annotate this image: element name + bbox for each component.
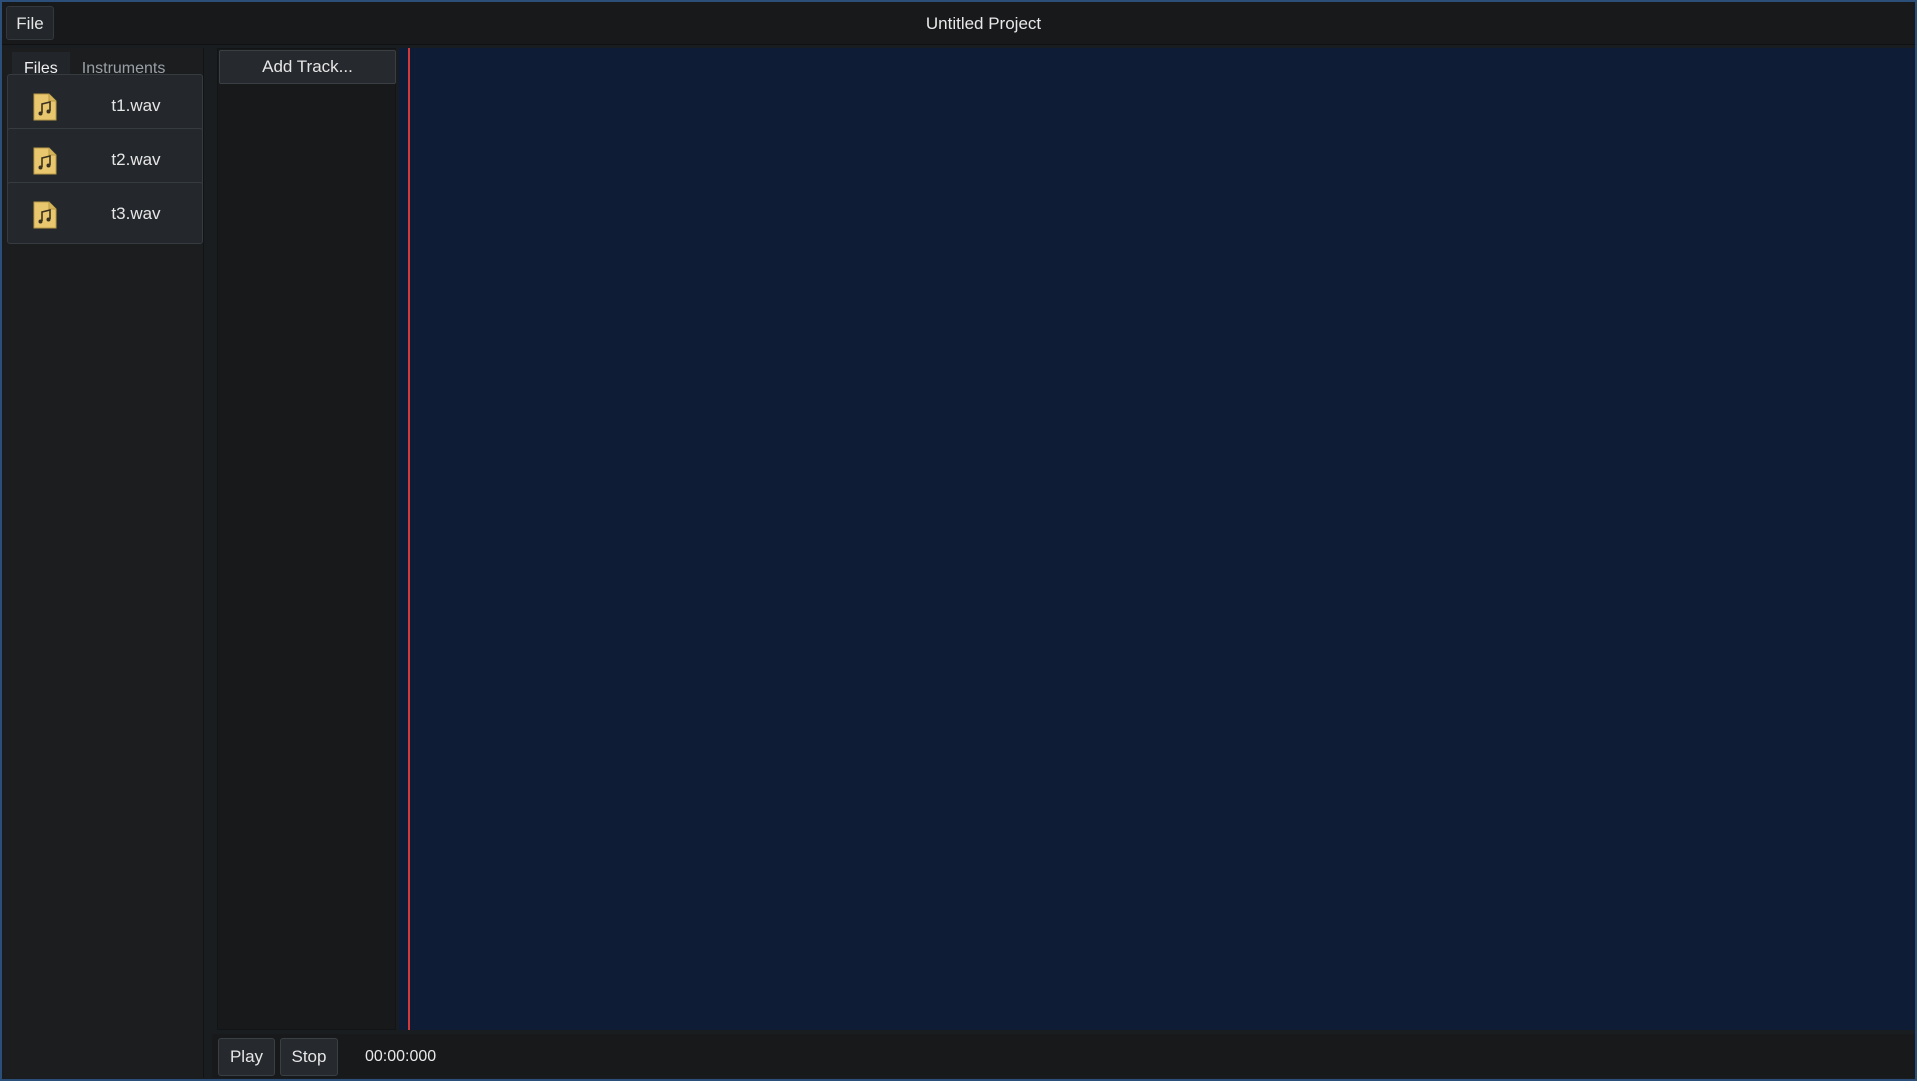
file-name: t3.wav bbox=[111, 204, 161, 223]
file-name: t2.wav bbox=[111, 150, 161, 169]
track-header-column: Add Track... bbox=[217, 48, 396, 1030]
file-item-t2[interactable]: t2.wav bbox=[7, 128, 203, 190]
browser-panel: Files Instruments t1.wav t2.wav t3.wav bbox=[4, 48, 204, 1078]
transport-bar: Play Stop 00:00:000 bbox=[212, 1034, 1915, 1078]
file-item-t3[interactable]: t3.wav bbox=[7, 182, 203, 244]
file-item-t1[interactable]: t1.wav bbox=[7, 74, 203, 136]
time-display: 00:00:000 bbox=[365, 1048, 437, 1065]
app-window: Untitled Project File Files Instruments … bbox=[0, 0, 1917, 1081]
stop-button[interactable]: Stop bbox=[280, 1038, 338, 1076]
playhead-marker[interactable] bbox=[408, 48, 410, 1030]
audio-file-icon bbox=[33, 93, 57, 121]
title-bar: Untitled Project File bbox=[2, 2, 1915, 45]
file-name: t1.wav bbox=[111, 96, 161, 115]
project-title: Untitled Project bbox=[925, 14, 1042, 33]
file-menu-button[interactable]: File bbox=[6, 6, 54, 40]
add-track-button[interactable]: Add Track... bbox=[219, 50, 396, 84]
audio-file-icon bbox=[33, 201, 57, 229]
play-button[interactable]: Play bbox=[218, 1038, 275, 1076]
audio-file-icon bbox=[33, 147, 57, 175]
timeline-area[interactable] bbox=[399, 48, 1915, 1030]
